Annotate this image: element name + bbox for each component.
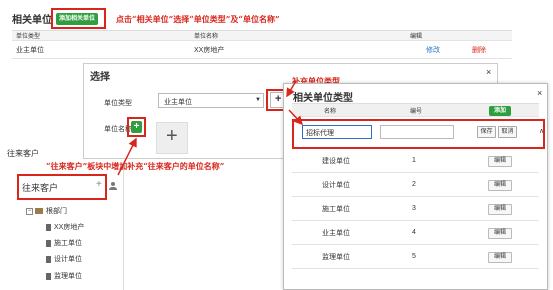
top-table: 单位类型 单位名称 编辑 业主单位 XX房地产 修改 删除	[12, 30, 512, 60]
page-title: 相关单位	[12, 15, 52, 26]
related-types-panel: 相关单位类型 × 名称 编号 添加 招标代理 保存 取消 建设单位 1 编辑 设…	[283, 83, 548, 290]
col-name: 名称	[324, 108, 337, 115]
annotation-top: 点击“相关单位”选择“单位类型”及“单位名称”	[116, 14, 280, 24]
document-icon	[46, 255, 51, 263]
row-name: XX房地产	[194, 46, 225, 54]
row-name: 监理单位	[322, 253, 350, 261]
edit-button[interactable]: 编辑	[488, 180, 512, 191]
panel-title: 相关单位类型	[293, 93, 353, 104]
tree-node[interactable]: 监理单位	[46, 271, 82, 281]
document-icon	[46, 223, 51, 231]
edit-button[interactable]: 编辑	[488, 228, 512, 239]
row-name: 业主单位	[322, 229, 350, 237]
header-edit: 编辑	[410, 34, 423, 40]
row-no: 2	[412, 181, 416, 188]
row-name: 建设单位	[322, 157, 350, 165]
highlight-customer-header	[17, 174, 107, 200]
tree-label: 监理单位	[54, 273, 82, 280]
row-no: 5	[412, 253, 416, 260]
row-no: 4	[412, 229, 416, 236]
list-item: 施工单位 3 编辑	[292, 197, 539, 221]
highlight-add-button	[51, 8, 106, 29]
list-item: 监理单位 5 编辑	[292, 245, 539, 269]
collapse-icon: −	[26, 207, 33, 215]
tree-node[interactable]: 施工单位	[46, 238, 82, 248]
tree-label: 设计单位	[54, 256, 82, 263]
table-header: 单位类型 单位名称 编辑	[12, 30, 512, 41]
type-label: 单位类型	[104, 100, 132, 107]
top-section: 相关单位 添加相关单位 点击“相关单位”选择“单位类型”及“单位名称” 单位类型…	[0, 0, 553, 66]
row-no: 1	[412, 157, 416, 164]
panel-close-icon[interactable]: ×	[537, 88, 542, 98]
tree-root[interactable]: − 根部门	[26, 206, 67, 216]
edit-button[interactable]: 编辑	[488, 252, 512, 263]
panel-header: 名称 编号 添加	[292, 103, 539, 117]
highlight-new-row	[292, 119, 545, 149]
add-name-tile[interactable]: +	[156, 122, 188, 154]
row-name: 施工单位	[322, 205, 350, 213]
tree-node[interactable]: 设计单位	[46, 254, 82, 264]
row-name: 设计单位	[322, 181, 350, 189]
big-plus-icon: +	[166, 125, 178, 147]
chevron-down-icon: ▼	[255, 97, 261, 103]
delete-link[interactable]: 删除	[472, 41, 486, 58]
highlight-add-name	[127, 117, 146, 137]
tree-label: 根部门	[46, 208, 67, 215]
list-item: 建设单位 1 编辑	[292, 149, 539, 173]
edit-button[interactable]: 编辑	[488, 156, 512, 167]
user-icon[interactable]	[109, 182, 117, 190]
col-no: 编号	[410, 108, 423, 115]
tree-label: 施工单位	[54, 240, 82, 247]
dialog-title: 选择	[90, 72, 110, 83]
modify-link[interactable]: 修改	[426, 41, 440, 58]
list-item: 设计单位 2 编辑	[292, 173, 539, 197]
dialog-close-icon[interactable]: ×	[486, 67, 491, 77]
type-select[interactable]: 业主单位 ▼	[158, 93, 264, 108]
panel-add-button[interactable]: 添加	[489, 106, 511, 116]
header-name: 单位名称	[194, 34, 219, 40]
tree-node[interactable]: XX房地产	[46, 222, 84, 232]
left-header-label: 往来客户	[7, 149, 39, 158]
row-no: 3	[412, 205, 416, 212]
table-row: 业主单位 XX房地产 修改 删除	[12, 41, 512, 59]
header-type: 单位类型	[16, 34, 41, 40]
tree-label: XX房地产	[54, 224, 85, 231]
document-icon	[46, 239, 51, 247]
row-type: 业主单位	[16, 46, 44, 54]
document-icon	[46, 272, 51, 280]
edit-button[interactable]: 编辑	[488, 204, 512, 215]
folder-icon	[35, 208, 43, 214]
type-select-value: 业主单位	[164, 99, 192, 106]
list-item: 业主单位 4 编辑	[292, 221, 539, 245]
